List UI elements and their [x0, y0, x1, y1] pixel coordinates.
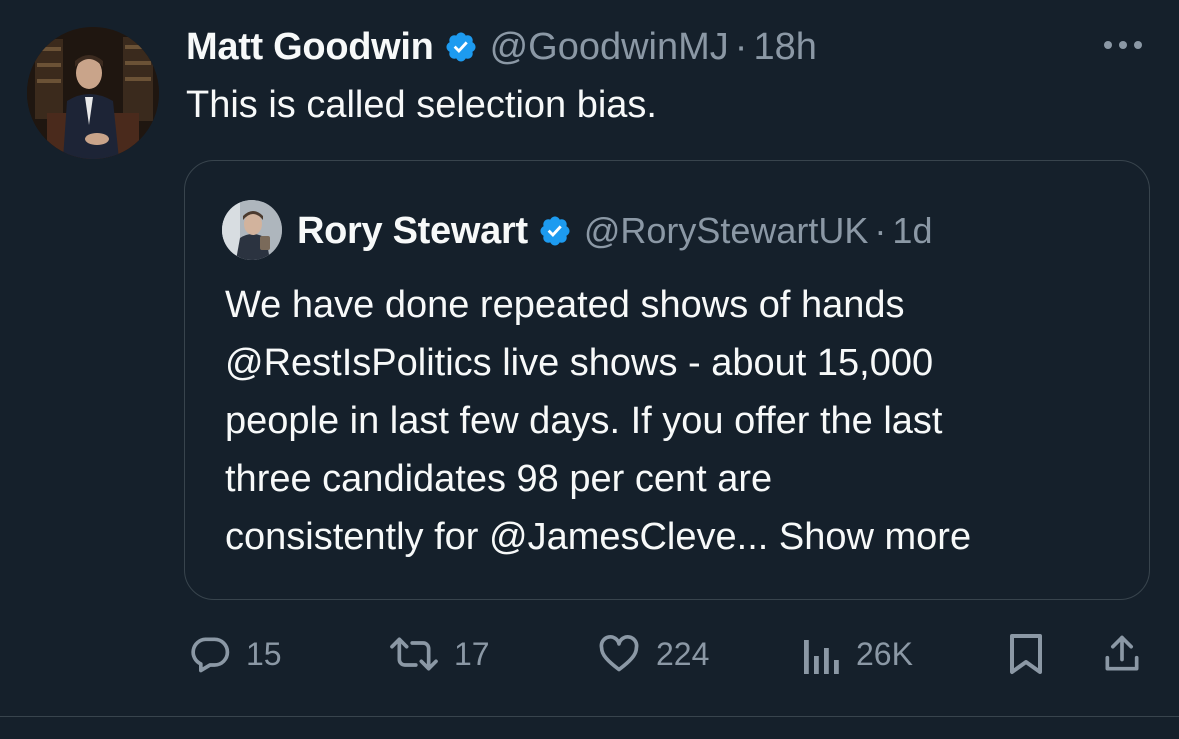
share-button[interactable] [1100, 632, 1144, 676]
author-name[interactable]: Matt Goodwin [186, 26, 434, 69]
share-icon [1100, 632, 1144, 676]
views-count: 26K [856, 635, 913, 672]
quoted-author-name[interactable]: Rory Stewart [297, 210, 528, 253]
repost-icon [388, 632, 440, 676]
quoted-author-handle[interactable]: @RoryStewartUK [584, 210, 869, 252]
bookmark-icon [1006, 632, 1046, 676]
reply-count: 15 [246, 635, 282, 672]
views-icon [802, 632, 842, 676]
repost-count: 17 [454, 635, 490, 672]
tweet-header: Matt Goodwin @GoodwinMJ · 18h [186, 22, 817, 72]
like-count: 224 [656, 635, 710, 672]
quoted-text-line: @RestIsPolitics live shows - about 15,00… [225, 342, 934, 384]
quoted-avatar-image [222, 200, 282, 260]
reply-button[interactable]: 15 [188, 632, 282, 676]
quoted-text-line: We have done repeated shows of hands [225, 284, 905, 326]
tweet-timestamp[interactable]: 18h [753, 26, 816, 69]
author-handle[interactable]: @GoodwinMJ [490, 26, 729, 69]
verified-badge-icon [538, 214, 572, 248]
tweet-text: This is called selection bias. [186, 84, 657, 126]
repost-button[interactable]: 17 [388, 632, 490, 676]
quoted-tweet-text: We have done repeated shows of hands @Re… [225, 276, 1125, 566]
quoted-text-line: people in last few days. If you offer th… [225, 400, 943, 442]
show-more-link[interactable]: Show more [779, 516, 971, 558]
quoted-text-line-last: consistently for @JamesCleve... Show mor… [225, 508, 1125, 566]
heart-icon [596, 632, 642, 676]
tweet-divider [0, 716, 1179, 717]
reply-icon [188, 632, 232, 676]
verified-badge-icon [444, 30, 478, 64]
author-avatar[interactable] [27, 27, 159, 159]
quoted-text-line: three candidates 98 per cent are [225, 458, 773, 500]
more-options-icon[interactable] [1098, 30, 1148, 60]
quoted-tweet-header: Rory Stewart @RoryStewartUK · 1d [297, 203, 932, 259]
bookmark-button[interactable] [1006, 632, 1046, 676]
quoted-tweet-timestamp[interactable]: 1d [892, 210, 932, 252]
quoted-author-avatar[interactable] [222, 200, 282, 260]
quoted-text-line: consistently for @JamesCleve... [225, 516, 769, 558]
tweet-actions: 15 17 224 26K [0, 620, 1179, 690]
views-button[interactable]: 26K [802, 632, 913, 676]
tweet[interactable]: Matt Goodwin @GoodwinMJ · 18h This is ca… [0, 0, 1179, 717]
separator-dot: · [734, 25, 748, 68]
separator-dot: · [874, 210, 887, 251]
like-button[interactable]: 224 [596, 632, 709, 676]
quoted-tweet[interactable]: Rory Stewart @RoryStewartUK · 1d We have… [184, 160, 1150, 600]
author-avatar-image [27, 27, 159, 159]
